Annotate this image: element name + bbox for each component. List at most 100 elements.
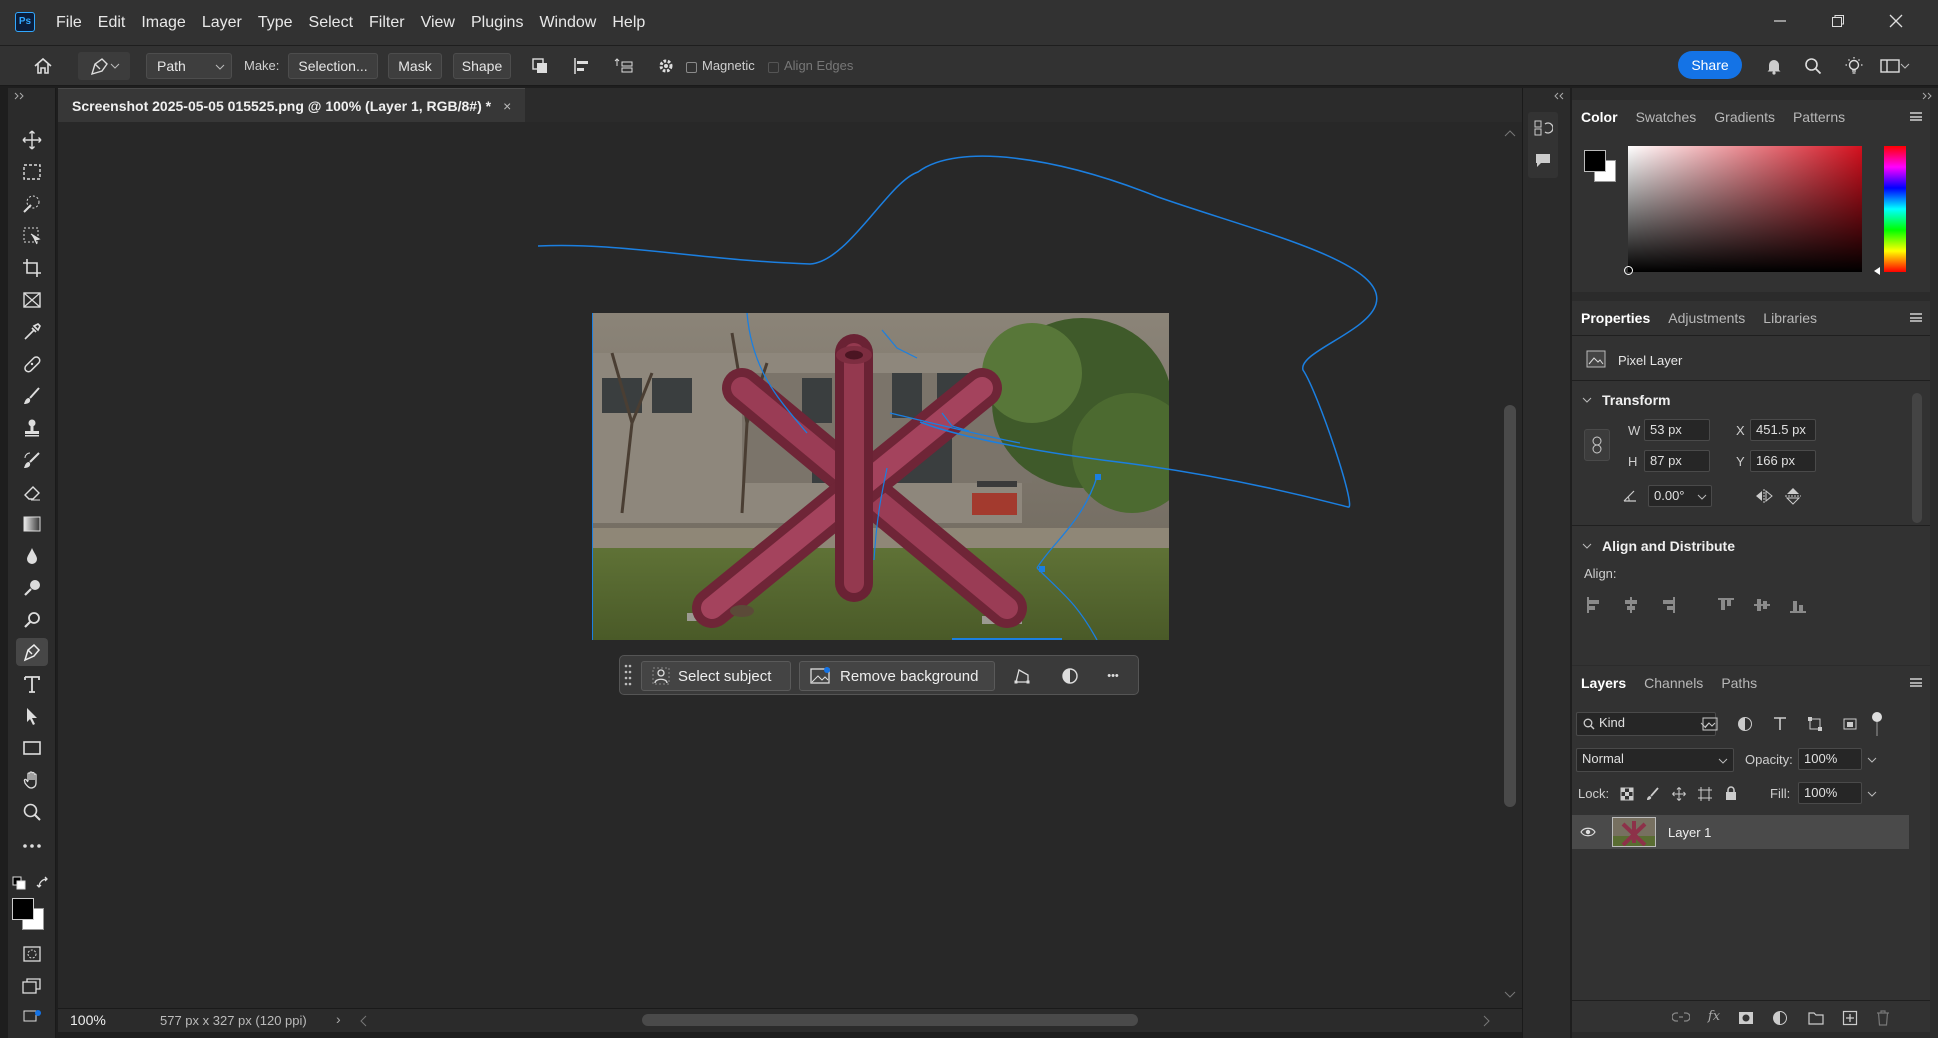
filter-adjustment-icon[interactable] (1737, 716, 1753, 732)
notifications-button[interactable] (1762, 54, 1786, 78)
chevron-down-icon[interactable] (1582, 396, 1592, 404)
settings-button[interactable] (654, 55, 678, 77)
expand-toolbar-icon[interactable] (14, 92, 26, 100)
gradient-tool[interactable] (16, 510, 48, 538)
filter-smart-object-icon[interactable] (1842, 716, 1858, 732)
tab-properties[interactable]: Properties (1572, 301, 1659, 335)
comments-panel-button[interactable] (1531, 148, 1555, 172)
lock-position-icon[interactable] (1672, 787, 1686, 801)
blend-mode-select[interactable]: Normal (1576, 748, 1734, 772)
y-input[interactable]: 166 px (1750, 450, 1816, 472)
tool-preset-picker[interactable] (78, 52, 130, 80)
history-brush-tool[interactable] (16, 446, 48, 474)
tab-swatches[interactable]: Swatches (1627, 100, 1706, 134)
horizontal-scroll-thumb[interactable] (642, 1014, 1138, 1026)
swap-colors-icon[interactable] (36, 876, 50, 890)
zoom-tool[interactable] (16, 798, 48, 826)
link-layers-icon[interactable] (1672, 1011, 1690, 1023)
menu-select[interactable]: Select (301, 14, 361, 32)
move-tool[interactable] (16, 126, 48, 154)
hue-slider[interactable] (1884, 146, 1906, 272)
rectangle-tool[interactable] (16, 734, 48, 762)
tab-gradients[interactable]: Gradients (1705, 100, 1784, 134)
drag-handle-icon[interactable] (624, 661, 632, 691)
restore-button[interactable] (1818, 8, 1858, 36)
blur-tool[interactable] (16, 542, 48, 570)
tab-channels[interactable]: Channels (1635, 666, 1712, 700)
x-input[interactable]: 451.5 px (1750, 419, 1816, 441)
menu-type[interactable]: Type (250, 14, 301, 32)
add-mask-icon[interactable] (1738, 1011, 1754, 1025)
chevron-down-icon[interactable] (1582, 542, 1592, 550)
lock-transparent-pixels-icon[interactable] (1620, 787, 1634, 801)
color-foreground-swatch[interactable] (1584, 150, 1606, 172)
scroll-right-icon[interactable] (1482, 1015, 1490, 1027)
make-mask-button[interactable]: Mask (388, 53, 442, 79)
flip-horizontal-icon[interactable] (1754, 488, 1774, 504)
align-horizontal-centers-icon[interactable] (1622, 597, 1640, 613)
delete-layer-icon[interactable] (1876, 1010, 1890, 1026)
pen-mode-select[interactable]: Path (146, 53, 232, 79)
menu-window[interactable]: Window (531, 14, 604, 32)
zoom-loupe-tool[interactable] (16, 606, 48, 634)
align-top-edges-icon[interactable] (1718, 597, 1736, 613)
tab-color[interactable]: Color (1572, 100, 1627, 134)
hand-tool[interactable] (16, 766, 48, 794)
zoom-level[interactable]: 100% (70, 1012, 106, 1028)
close-window-button[interactable] (1876, 8, 1916, 36)
magnetic-checkbox[interactable] (686, 62, 697, 73)
history-panel-button[interactable] (1531, 116, 1555, 140)
tab-adjustments[interactable]: Adjustments (1659, 301, 1754, 335)
opacity-input[interactable]: 100% (1798, 748, 1877, 770)
make-shape-button[interactable]: Shape (453, 53, 511, 79)
eye-visibility-icon[interactable] (1580, 826, 1596, 838)
menu-filter[interactable]: Filter (361, 14, 413, 32)
lock-all-icon[interactable] (1724, 786, 1738, 800)
crop-tool[interactable] (16, 254, 48, 282)
vertical-scroll-thumb[interactable] (1504, 405, 1516, 807)
discover-button[interactable] (1842, 53, 1866, 79)
frame-tool[interactable] (16, 286, 48, 314)
filter-shape-icon[interactable] (1807, 716, 1823, 732)
type-tool[interactable] (16, 670, 48, 698)
share-button[interactable]: Share (1678, 51, 1742, 79)
fill-input[interactable]: 100% (1798, 782, 1877, 804)
marquee-tool[interactable] (16, 158, 48, 186)
healing-brush-tool[interactable] (16, 350, 48, 378)
transform-section-title[interactable]: Transform (1602, 392, 1670, 408)
select-subject-button[interactable]: Select subject (641, 661, 791, 691)
document-tab[interactable]: Screenshot 2025-05-05 015525.png @ 100% … (58, 88, 526, 122)
menu-layer[interactable]: Layer (194, 14, 250, 32)
path-selection-tool[interactable] (16, 702, 48, 730)
path-alignment-button[interactable] (570, 55, 594, 77)
menu-view[interactable]: View (413, 14, 463, 32)
filter-pixel-icon[interactable] (1702, 717, 1718, 731)
align-right-edges-icon[interactable] (1658, 597, 1676, 613)
scroll-left-icon[interactable] (360, 1015, 368, 1027)
extra-tool[interactable] (16, 1002, 48, 1030)
collapse-dock-icon[interactable] (1922, 92, 1934, 100)
menu-file[interactable]: File (48, 14, 90, 32)
properties-panel-menu-icon[interactable] (1910, 313, 1922, 322)
lock-artboard-icon[interactable] (1698, 787, 1712, 801)
align-edges-checkbox[interactable] (768, 62, 779, 73)
new-layer-icon[interactable] (1842, 1010, 1858, 1026)
color-picker-handle[interactable] (1624, 266, 1633, 275)
brush-tool[interactable] (16, 382, 48, 410)
color-panel-menu-icon[interactable] (1910, 112, 1922, 121)
collapse-panels-icon[interactable] (1553, 92, 1565, 100)
tab-libraries[interactable]: Libraries (1754, 301, 1826, 335)
color-field[interactable] (1628, 146, 1862, 272)
tab-paths[interactable]: Paths (1712, 666, 1766, 700)
status-info-arrow[interactable]: › (336, 1011, 341, 1027)
align-left-edges-icon[interactable] (1586, 597, 1604, 613)
quick-mask-button[interactable] (16, 940, 48, 968)
clone-stamp-tool[interactable] (16, 414, 48, 442)
make-selection-button[interactable]: Selection... (288, 53, 378, 79)
hue-slider-marker-icon[interactable] (1873, 266, 1881, 276)
flip-vertical-icon[interactable] (1784, 486, 1802, 506)
link-dimensions-button[interactable] (1584, 429, 1610, 461)
home-button[interactable] (30, 54, 56, 78)
lasso-select-tool[interactable] (16, 222, 48, 250)
align-bottom-edges-icon[interactable] (1790, 597, 1808, 613)
